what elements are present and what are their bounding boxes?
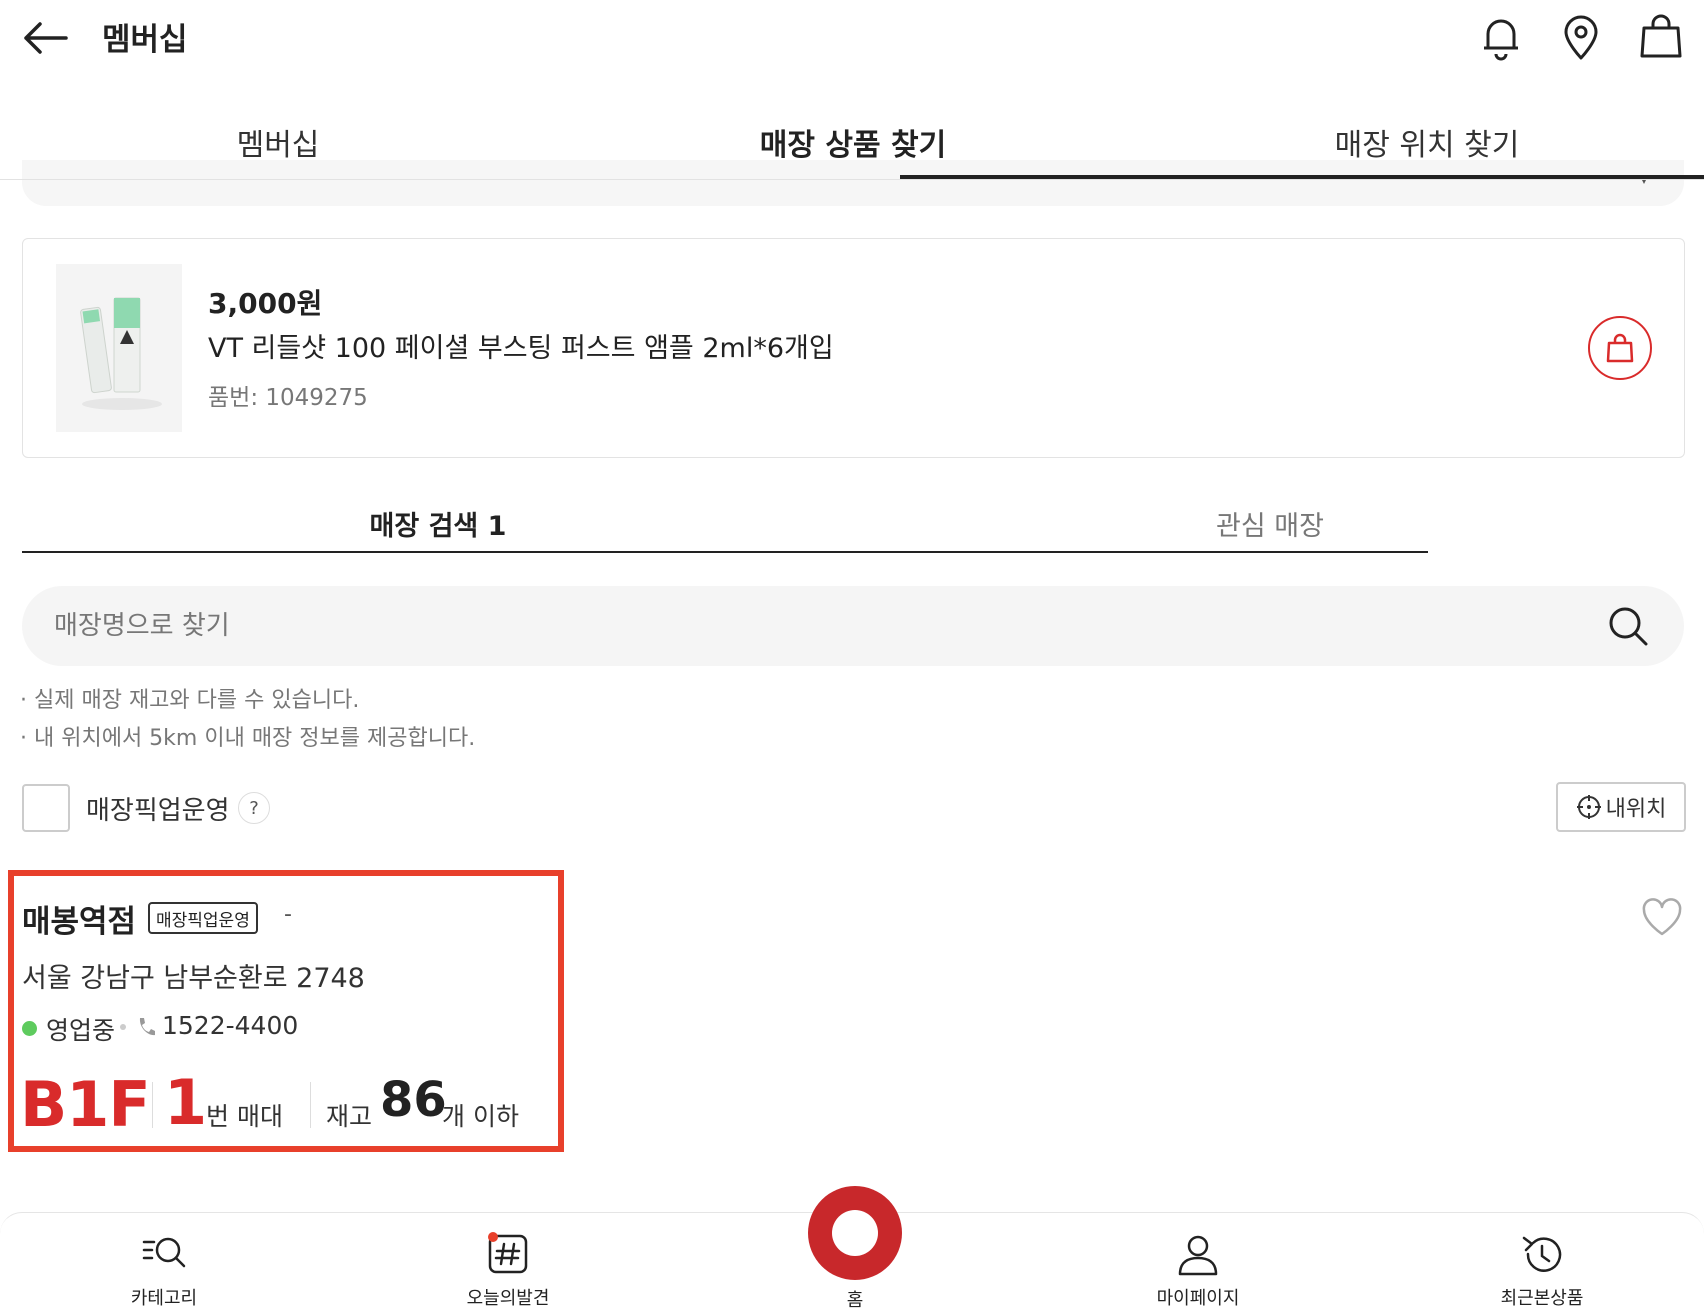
shelf-number: 1 bbox=[164, 1066, 208, 1139]
separator-dot bbox=[120, 1024, 126, 1030]
store-phone[interactable]: 1522-4400 bbox=[162, 1011, 298, 1040]
divider bbox=[152, 1082, 153, 1128]
stock-number: 86 bbox=[380, 1072, 447, 1128]
nav-label[interactable]: 홈 bbox=[808, 1286, 902, 1312]
pickup-filter-label[interactable]: 매장픽업운영 bbox=[86, 790, 230, 827]
user-icon bbox=[1178, 1235, 1218, 1276]
store-tab-indicator bbox=[22, 551, 1428, 553]
bell-icon[interactable] bbox=[1474, 10, 1528, 64]
home-logo-inner bbox=[832, 1210, 878, 1256]
store-extra-info: - bbox=[284, 902, 292, 927]
product-image bbox=[56, 264, 182, 432]
divider bbox=[310, 1082, 311, 1128]
history-icon bbox=[1522, 1236, 1562, 1272]
nav-label: 카테고리 bbox=[130, 1288, 198, 1309]
product-name: VT 리들샷 100 페이셜 부스팅 퍼스트 앰플 2ml*6개입 bbox=[208, 333, 834, 364]
floor-label: B1F bbox=[20, 1068, 151, 1141]
tab-store-search[interactable]: 매장 검색 1 bbox=[22, 494, 854, 552]
notice-text: 내 위치에서 5km 이내 매장 정보를 제공합니다. bbox=[34, 726, 476, 751]
shopping-bag-icon[interactable] bbox=[1634, 10, 1688, 64]
store-address: 서울 강남구 남부순환로 2748 bbox=[22, 963, 365, 994]
nav-category[interactable]: 카테고리 bbox=[74, 1230, 254, 1316]
my-location-label: 내위치 bbox=[1605, 797, 1667, 822]
collapsed-panel-edge bbox=[22, 160, 1684, 206]
notice-text: 실제 매장 재고와 다를 수 있습니다. bbox=[34, 688, 360, 713]
product-code: 품번: 1049275 bbox=[208, 385, 368, 411]
notice-item: · 내 위치에서 5km 이내 매장 정보를 제공합니다. bbox=[20, 726, 476, 751]
shelf-unit: 번 매대 bbox=[206, 1102, 283, 1131]
nav-my-page[interactable]: 마이페이지 bbox=[1108, 1230, 1288, 1316]
home-logo-icon[interactable] bbox=[808, 1186, 902, 1280]
location-pin-icon[interactable] bbox=[1554, 10, 1608, 64]
new-indicator-dot bbox=[488, 1232, 498, 1242]
nav-label: 마이페이지 bbox=[1156, 1288, 1240, 1309]
category-search-icon bbox=[142, 1237, 186, 1268]
tabs-divider bbox=[0, 179, 1704, 180]
my-location-button[interactable]: 내위치 bbox=[1556, 782, 1686, 832]
nav-label: 오늘의발견 bbox=[466, 1288, 550, 1309]
nav-today-discovery[interactable]: 오늘의발견 bbox=[418, 1230, 598, 1316]
stock-unit: 개 이하 bbox=[442, 1102, 519, 1131]
heart-icon[interactable] bbox=[1640, 896, 1684, 938]
product-price: 3,000원 bbox=[208, 287, 323, 320]
page-title: 멤버십 bbox=[102, 22, 188, 58]
store-name[interactable]: 매봉역점 bbox=[22, 896, 136, 941]
notice-item: · 실제 매장 재고와 다를 수 있습니다. bbox=[20, 688, 360, 713]
shopping-bag-icon bbox=[1606, 333, 1634, 363]
crosshair-icon bbox=[1576, 795, 1601, 819]
add-to-cart-button[interactable] bbox=[1588, 316, 1652, 380]
nav-label: 최근본상품 bbox=[1500, 1288, 1584, 1309]
back-arrow-icon[interactable] bbox=[18, 16, 74, 60]
active-tab-indicator bbox=[900, 175, 1704, 179]
store-search-input[interactable] bbox=[54, 598, 1554, 654]
phone-icon bbox=[139, 1018, 155, 1036]
pickup-badge: 매장픽업운영 bbox=[148, 902, 258, 934]
open-status: 영업중 bbox=[46, 1016, 116, 1045]
nav-recent-products[interactable]: 최근본상품 bbox=[1452, 1230, 1632, 1316]
open-status-dot bbox=[22, 1021, 37, 1036]
tab-favorite-stores[interactable]: 관심 매장 bbox=[854, 494, 1686, 552]
pickup-filter-checkbox[interactable] bbox=[22, 784, 70, 832]
search-icon[interactable] bbox=[1606, 604, 1650, 648]
stock-label: 재고 bbox=[326, 1102, 373, 1131]
help-icon[interactable]: ? bbox=[238, 792, 270, 824]
